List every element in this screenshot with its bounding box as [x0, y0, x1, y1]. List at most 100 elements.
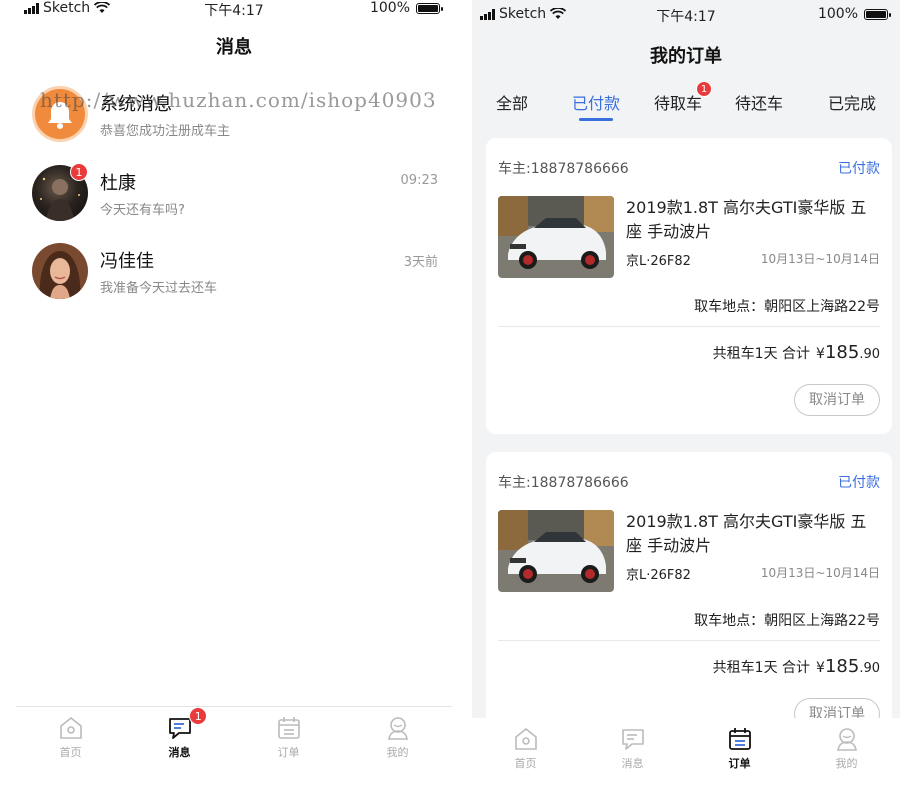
tab-profile[interactable]: 我的: [793, 718, 900, 805]
status-bar: Sketch 下午4:17 100%: [0, 0, 468, 28]
tab-label: 我的: [835, 757, 858, 770]
tab-label: 消息: [621, 757, 644, 770]
watermark: http://www.huzhan.com/ishop40903: [40, 88, 437, 112]
signal-icon: [480, 8, 495, 20]
active-tab-indicator: [579, 118, 613, 121]
tab-home[interactable]: 首页: [472, 718, 579, 805]
total-amount: ¥185.90: [816, 656, 880, 677]
currency-symbol: ¥: [816, 346, 825, 362]
currency-symbol: ¥: [816, 660, 825, 676]
order-filter-tabs: 全部 已付款 待取车 1 待还车 已完成: [472, 81, 900, 126]
tab-awaiting-pickup[interactable]: 待取车 1: [654, 81, 713, 114]
status-bar: Sketch 下午4:17 100%: [472, 0, 900, 28]
order-status: 已付款: [838, 161, 880, 177]
tab-messages[interactable]: 1 消息: [125, 707, 234, 805]
tab-badge: 1: [189, 707, 208, 725]
profile-icon: [387, 717, 408, 740]
page-title: 我的订单: [650, 46, 722, 67]
rental-dates: 10月13日~10月14日: [760, 252, 880, 266]
tab-label: 首页: [514, 757, 537, 770]
bottom-tab-bar: 首页 1 消息 订单 我的: [16, 706, 452, 805]
person-photo: [39, 251, 81, 299]
rental-dates: 10月13日~10月14日: [760, 566, 880, 580]
profile-icon: [836, 728, 857, 751]
amount-decimal: .90: [859, 347, 880, 362]
amount-decimal: .90: [859, 661, 880, 676]
battery-icon: [416, 2, 443, 14]
message-preview: 恭喜您成功注册成车主: [100, 124, 231, 139]
car-title: 2019款1.8T 高尔夫GTI豪华版 五座 手动波片: [626, 512, 867, 555]
tab-label: 待还车: [735, 94, 784, 113]
tab-home[interactable]: 首页: [16, 707, 125, 805]
owner-phone: 车主:18878786666: [498, 161, 629, 177]
tab-label: 已付款: [572, 94, 621, 113]
tab-completed[interactable]: 已完成: [828, 90, 876, 114]
summary-label: 共租车1天 合计: [712, 346, 811, 362]
wifi-icon: [550, 8, 567, 19]
unread-badge: 1: [70, 163, 88, 181]
contact-name: 冯佳佳: [100, 251, 154, 272]
tab-awaiting-return[interactable]: 待还车: [735, 90, 783, 114]
order-card[interactable]: 车主:18878786666 已付款 2019款1.8T 高尔夫GTI豪华版 五…: [486, 452, 892, 748]
tab-profile[interactable]: 我的: [343, 707, 452, 805]
status-time: 下午4:17: [204, 3, 264, 19]
carrier-label: Sketch: [499, 6, 547, 22]
bottom-tab-bar: 首页 消息 订单 我的: [472, 718, 900, 805]
battery-percent: 100%: [369, 0, 410, 16]
battery-percent: 100%: [817, 6, 858, 22]
list-item-dukang[interactable]: 1 杜康 今天还有车吗? 09:23: [32, 163, 438, 225]
order-card[interactable]: 车主:18878786666 已付款 2019款1.8T 高尔夫GTI豪华版 五…: [486, 138, 892, 434]
contact-name: 杜康: [100, 173, 136, 194]
summary-label: 共租车1天 合计: [712, 660, 811, 676]
tab-orders[interactable]: 订单: [234, 707, 343, 805]
page-title: 消息: [216, 37, 252, 58]
carrier-label: Sketch: [43, 0, 91, 16]
tab-label: 全部: [496, 94, 529, 113]
message-time: 3天前: [403, 255, 438, 270]
tab-label: 已完成: [828, 94, 877, 113]
amount-integer: 185: [824, 656, 860, 677]
wifi-icon: [94, 2, 111, 13]
car-photo: [498, 196, 614, 278]
message-icon: [621, 729, 644, 750]
orders-screen: Sketch 下午4:17 100% 我的订单 全部 已付款 待取车 1 待还车 …: [472, 0, 900, 805]
pickup-location: 取车地点：朝阳区上海路22号: [694, 613, 880, 629]
pickup-location: 取车地点：朝阳区上海路22号: [694, 299, 880, 315]
owner-phone: 车主:18878786666: [498, 475, 629, 491]
message-time: 09:23: [400, 173, 438, 188]
avatar: [32, 243, 88, 299]
divider: [498, 326, 880, 327]
message-preview: 我准备今天过去还车: [100, 281, 218, 296]
tab-label: 消息: [168, 746, 191, 759]
calendar-icon: [277, 717, 300, 739]
tab-label: 首页: [59, 746, 82, 759]
battery-icon: [864, 8, 891, 20]
divider: [498, 640, 880, 641]
amount-integer: 185: [824, 342, 860, 363]
order-summary: 共租车1天 合计 ¥185.90: [713, 656, 880, 677]
home-icon: [514, 727, 537, 750]
tab-badge: 1: [696, 81, 713, 97]
order-status: 已付款: [838, 475, 880, 491]
order-summary: 共租车1天 合计 ¥185.90: [713, 342, 880, 363]
tab-messages[interactable]: 消息: [579, 718, 686, 805]
tab-orders[interactable]: 订单: [686, 718, 793, 805]
list-item-fengjiajia[interactable]: 冯佳佳 我准备今天过去还车 3天前: [32, 243, 438, 303]
status-time: 下午4:17: [656, 9, 716, 25]
tab-label: 订单: [277, 746, 300, 759]
home-icon: [59, 716, 82, 739]
total-amount: ¥185.90: [816, 342, 880, 363]
tab-label: 待取车: [654, 94, 703, 113]
messages-screen: Sketch 下午4:17 100% 消息 系统消息 恭喜您成功注册成车主 1 …: [0, 0, 468, 805]
tab-label: 订单: [728, 757, 751, 770]
license-plate: 京L·26F82: [626, 254, 691, 269]
car-title: 2019款1.8T 高尔夫GTI豪华版 五座 手动波片: [626, 198, 867, 241]
tab-all[interactable]: 全部: [496, 90, 528, 114]
message-preview: 今天还有车吗?: [100, 203, 185, 218]
cancel-order-button[interactable]: 取消订单: [794, 384, 880, 416]
tab-paid[interactable]: 已付款: [572, 90, 621, 121]
license-plate: 京L·26F82: [626, 568, 691, 583]
car-photo: [498, 510, 614, 592]
calendar-icon: [728, 728, 751, 750]
tab-label: 我的: [386, 746, 409, 759]
